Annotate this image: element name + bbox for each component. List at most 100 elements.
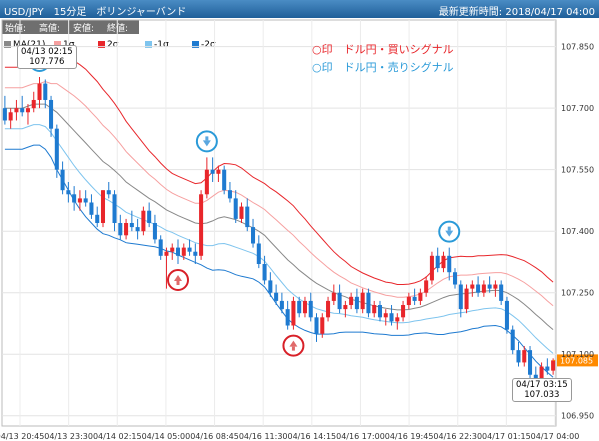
price-chart[interactable]: 107.085 107.850107.700107.550107.400107.…	[0, 0, 599, 441]
candle-down	[389, 313, 394, 322]
buy-signal-circle	[282, 334, 305, 357]
sell-signal-note: ○印 ドル円・売りシグナル	[312, 61, 454, 74]
candle-down	[256, 243, 261, 265]
sell-arrow-icon	[202, 140, 211, 147]
current-price-label: 107.085	[560, 356, 593, 365]
candle-up	[493, 284, 498, 289]
low-label: 安値:	[73, 24, 95, 34]
x-tick-label: 04/16 19:45	[385, 432, 434, 441]
x-tick-label: 04/17 04:00	[531, 432, 580, 441]
title-bar: USD/JPY 15分足 ボリンジャーバンド 最新更新時間: 2018/04/1…	[0, 0, 599, 18]
candle-down	[268, 280, 273, 293]
candle-down	[337, 292, 342, 310]
upper-1sigma-line	[4, 80, 554, 307]
low-callout: 04/17 03:15 107.033	[512, 378, 572, 402]
candle-down	[452, 272, 458, 285]
candle-down	[245, 206, 250, 228]
candle-up	[424, 280, 429, 293]
candle-up	[164, 251, 169, 256]
low-callout-time: 04/17 03:15	[516, 380, 568, 390]
signal-arrow-shaft	[447, 226, 451, 231]
x-tick-label: 04/14 02:15	[93, 432, 142, 441]
candle-up	[418, 292, 423, 301]
x-tick-label: 04/13 20:45	[0, 432, 44, 441]
candle-down	[516, 350, 521, 363]
candle-down	[412, 296, 417, 301]
legend-2sigma-swatch	[98, 41, 105, 48]
candle-down	[49, 99, 54, 129]
candle-down	[528, 350, 533, 375]
y-tick-label: 107.550	[561, 166, 594, 175]
candle-up	[320, 317, 325, 334]
candle-down	[20, 108, 25, 113]
candle-down	[83, 198, 88, 203]
buy-arrow-icon	[174, 275, 183, 282]
y-tick-label: 107.700	[561, 104, 594, 113]
chart-grid	[1, 19, 557, 427]
signal-arrow-shaft	[205, 136, 209, 141]
candle-up	[291, 300, 296, 326]
candle-down	[447, 255, 452, 273]
candle-up	[395, 317, 400, 322]
x-tick-label: 04/14 05:00	[142, 432, 191, 441]
legend-minus2sigma-label: -2σ	[201, 40, 216, 50]
sell-signal-circle	[195, 130, 218, 153]
candle-down	[435, 255, 440, 269]
y-tick-label: 106.950	[561, 412, 594, 421]
y-tick-label: 107.850	[561, 43, 594, 52]
x-tick-label: 04/16 11:30	[239, 432, 288, 441]
candle-down	[504, 300, 509, 330]
candle-down	[112, 194, 117, 223]
candle-down	[89, 202, 94, 215]
legend-minus1sigma-swatch	[145, 41, 152, 48]
candles	[2, 77, 556, 383]
candle-up	[37, 83, 42, 100]
candle-up	[216, 169, 221, 174]
candle-down	[262, 264, 267, 281]
candle-down	[458, 284, 463, 310]
candle-down	[72, 194, 77, 203]
candle-up	[470, 284, 475, 289]
candle-up	[522, 350, 527, 363]
candle-down	[210, 169, 215, 174]
legend-minus2sigma-swatch	[192, 41, 199, 48]
x-tick-label: 04/17 01:15	[482, 432, 531, 441]
candle-up	[100, 190, 106, 223]
open-label: 始値:	[5, 24, 27, 34]
candle-up	[181, 247, 186, 256]
bollinger-bands	[4, 54, 554, 378]
candle-down	[510, 329, 515, 351]
buy-signal-circle	[167, 269, 190, 292]
candle-down	[2, 108, 7, 121]
chart-title: USD/JPY 15分足 ボリンジャーバンド	[4, 7, 187, 18]
candle-down	[43, 83, 48, 100]
candle-up	[25, 108, 30, 113]
legend-2sigma: 2σ	[98, 40, 118, 50]
candle-up	[481, 284, 486, 293]
candle-down	[308, 300, 313, 318]
legend-minus1sigma-label: -1σ	[154, 40, 169, 50]
candle-up	[539, 366, 544, 379]
x-tick-label: 04/16 08:45	[190, 432, 239, 441]
candle-down	[222, 169, 227, 191]
candle-down	[297, 300, 302, 314]
candle-down	[251, 227, 256, 244]
candle-down	[487, 284, 492, 289]
candle-up	[372, 305, 377, 314]
candle-down	[274, 292, 279, 301]
y-tick-label: 107.250	[561, 289, 594, 298]
sell-arrow-icon	[445, 230, 454, 237]
axes: 107.850 107.700 107.550 107.400 107.250 107.1…	[0, 43, 594, 441]
plot-frame	[1, 19, 557, 427]
candle-up	[31, 99, 36, 109]
candle-down	[152, 223, 157, 240]
candle-up	[141, 210, 146, 232]
legend-minus1sigma: -1σ	[145, 40, 169, 50]
candle-down	[233, 198, 238, 219]
high-callout-value: 107.776	[29, 57, 65, 67]
x-tick-label: 04/13 23:30	[44, 432, 93, 441]
candle-down	[60, 169, 65, 191]
ohlc-bar: 始値: 高値: 安値: 終値:	[2, 20, 139, 34]
candle-down	[135, 227, 140, 232]
candle-down	[227, 190, 232, 199]
